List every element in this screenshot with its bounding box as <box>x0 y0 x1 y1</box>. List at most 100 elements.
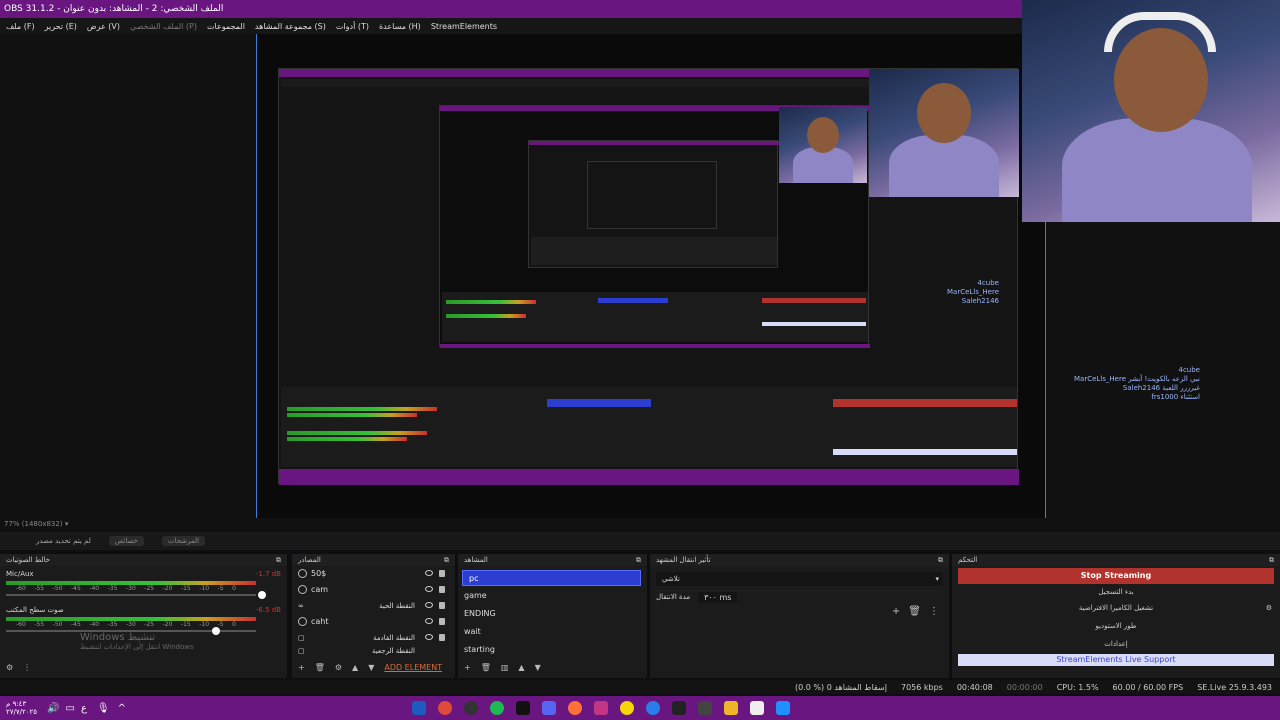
move-down-icon[interactable]: ▼ <box>535 663 541 672</box>
source-item[interactable]: cam <box>292 582 455 598</box>
undock-icon[interactable]: ⧉ <box>444 554 449 566</box>
chat-line-4: frs1000 استثناء <box>1151 393 1200 401</box>
pin-icon[interactable] <box>412 701 427 715</box>
undock-icon[interactable]: ⧉ <box>276 554 281 566</box>
chrome-icon[interactable] <box>438 701 453 715</box>
eye-icon[interactable] <box>425 602 433 608</box>
move-up-icon[interactable]: ▲ <box>518 663 524 672</box>
instagram-icon[interactable] <box>594 701 609 715</box>
menu-streamelements[interactable]: StreamElements <box>431 22 497 31</box>
eye-icon[interactable] <box>425 634 433 640</box>
obs-icon[interactable] <box>464 701 479 715</box>
gear-icon[interactable]: ⚙ <box>1266 600 1272 616</box>
selive-version: SE.Live 25.9.3.493 <box>1197 682 1272 692</box>
clock[interactable]: ٩:٤٣ م ٢٧/٧/٢٠٢٥ <box>0 700 37 716</box>
snapchat-icon[interactable] <box>620 701 635 715</box>
undock-icon[interactable]: ⧉ <box>636 554 641 566</box>
language-icon[interactable]: ع <box>81 703 87 714</box>
add-element-button[interactable]: ADD ELEMENT <box>384 663 442 672</box>
menu-profile[interactable]: الملف الشخصي (P) <box>130 22 197 31</box>
trash-icon[interactable]: 🗑 <box>315 663 325 672</box>
more-icon[interactable]: ⋮ <box>23 663 31 672</box>
source-item[interactable]: caht <box>292 614 455 630</box>
gear-icon[interactable]: ⚙ <box>6 663 13 672</box>
move-up-icon[interactable]: ▲ <box>352 663 358 672</box>
meter-tick-label: -20 <box>162 585 173 592</box>
source-item[interactable]: 50$ <box>292 566 455 582</box>
spotify-icon[interactable] <box>490 701 505 715</box>
move-down-icon[interactable]: ▼ <box>368 663 374 672</box>
meter-tick-label: -50 <box>52 621 63 628</box>
scenes-title: المشاهد <box>464 556 488 564</box>
meter-tick-label: -40 <box>89 585 100 592</box>
source-item[interactable]: ▢ النقطة القادمة <box>292 630 455 646</box>
speaker-icon[interactable]: 🔊 <box>47 703 59 714</box>
note-icon[interactable] <box>750 701 765 715</box>
lock-icon[interactable] <box>439 634 445 641</box>
live-support-button[interactable]: StreamElements Live Support <box>958 654 1274 666</box>
source-item[interactable]: ▢ النقطة الرجعية <box>292 646 455 656</box>
menu-help[interactable]: مساعدة (H) <box>379 22 421 31</box>
menu-collections[interactable]: المجموعات <box>207 22 245 31</box>
start-recording-button[interactable]: بدء التسجيل <box>958 586 1274 598</box>
folder-icon[interactable] <box>724 701 739 715</box>
add-icon[interactable]: + <box>892 606 900 617</box>
audio-track-desktop: صوت سطح المكتب -6.5 dB -60 -55 -50 -45 -40 -3… <box>0 596 287 635</box>
firefox-icon[interactable] <box>568 701 583 715</box>
meter-tick-label: -20 <box>162 621 173 628</box>
chevron-down-icon[interactable]: ▾ <box>65 520 69 528</box>
meter-tick-label: -10 <box>199 621 210 628</box>
scene-item-pc[interactable]: pc <box>462 570 641 586</box>
properties-button[interactable]: خصائص <box>108 536 144 546</box>
undock-icon[interactable]: ⧉ <box>938 554 943 566</box>
windows-start-icon[interactable] <box>776 701 791 715</box>
stop-streaming-button[interactable]: Stop Streaming <box>958 568 1274 584</box>
meter-tick-label: -30 <box>125 585 136 592</box>
filter-icon[interactable]: ▥ <box>501 663 509 672</box>
lock-icon[interactable] <box>439 570 445 577</box>
terminal-icon[interactable] <box>516 701 531 715</box>
filters-button[interactable]: المرشحات <box>161 536 205 546</box>
more-icon[interactable]: ⋮ <box>929 606 939 617</box>
nested-webcam-2 <box>779 107 867 183</box>
gear-icon[interactable]: ⚙ <box>335 663 342 672</box>
edge-icon[interactable] <box>646 701 661 715</box>
lock-icon[interactable] <box>439 618 445 625</box>
undock-icon[interactable]: ⧉ <box>1269 554 1274 566</box>
lock-icon[interactable] <box>439 602 445 609</box>
tray-icon[interactable] <box>698 701 713 715</box>
mic-icon[interactable]: 🎙 <box>97 703 110 714</box>
menu-view[interactable]: عرض (V) <box>87 22 120 31</box>
eye-icon[interactable] <box>425 586 433 592</box>
chevron-up-icon[interactable]: ^ <box>118 703 126 714</box>
scene-item-starting[interactable]: starting <box>458 642 641 658</box>
eye-icon[interactable] <box>425 570 433 576</box>
menu-edit[interactable]: تحرير (E) <box>45 22 77 31</box>
eye-icon[interactable] <box>425 618 433 624</box>
scene-item-ending[interactable]: ENDING <box>458 606 641 622</box>
source-toolbar: لم يتم تحديد مصدر خصائص المرشحات <box>0 532 1280 550</box>
scene-item-wait[interactable]: wait <box>458 624 641 640</box>
virtual-camera-button[interactable]: تشغيل الكاميرا الافتراضية ⚙ <box>958 600 1274 616</box>
transition-type-select[interactable]: تلاشي ▾ <box>656 572 943 586</box>
transition-toolbar: + 🗑 ⋮ <box>892 606 939 617</box>
scene-item-game[interactable]: game <box>458 588 641 604</box>
add-icon[interactable]: + <box>464 663 471 672</box>
lock-icon[interactable] <box>439 586 445 593</box>
settings-button[interactable]: إعدادات <box>958 636 1274 652</box>
source-item[interactable]: ∞ النقطة الحية <box>292 598 455 614</box>
duration-input[interactable]: ٣٠٠ ms <box>698 591 738 603</box>
menu-tools[interactable]: أدوات (T) <box>336 22 369 31</box>
trash-icon[interactable]: 🗑 <box>481 663 491 672</box>
menu-file[interactable]: ملف (F) <box>6 22 35 31</box>
clapper-icon[interactable] <box>672 701 687 715</box>
scenes-toolbar: + 🗑 ▥ ▲ ▼ <box>458 661 547 674</box>
menu-scene-collection[interactable]: مجموعة المشاهد (S) <box>255 22 326 31</box>
zoom-label[interactable]: 77% (1480x832) <box>4 520 63 528</box>
add-icon[interactable]: + <box>298 663 305 672</box>
network-icon[interactable]: ▭ <box>66 703 75 714</box>
audio-track-mic: Mic/Aux -1.7 dB -60 -55 -50 -45 -40 -35 -30 -25… <box>0 566 287 599</box>
studio-mode-button[interactable]: طور الاستوديو <box>958 618 1274 634</box>
discord-icon[interactable] <box>542 701 557 715</box>
trash-icon[interactable]: 🗑 <box>908 606 921 617</box>
